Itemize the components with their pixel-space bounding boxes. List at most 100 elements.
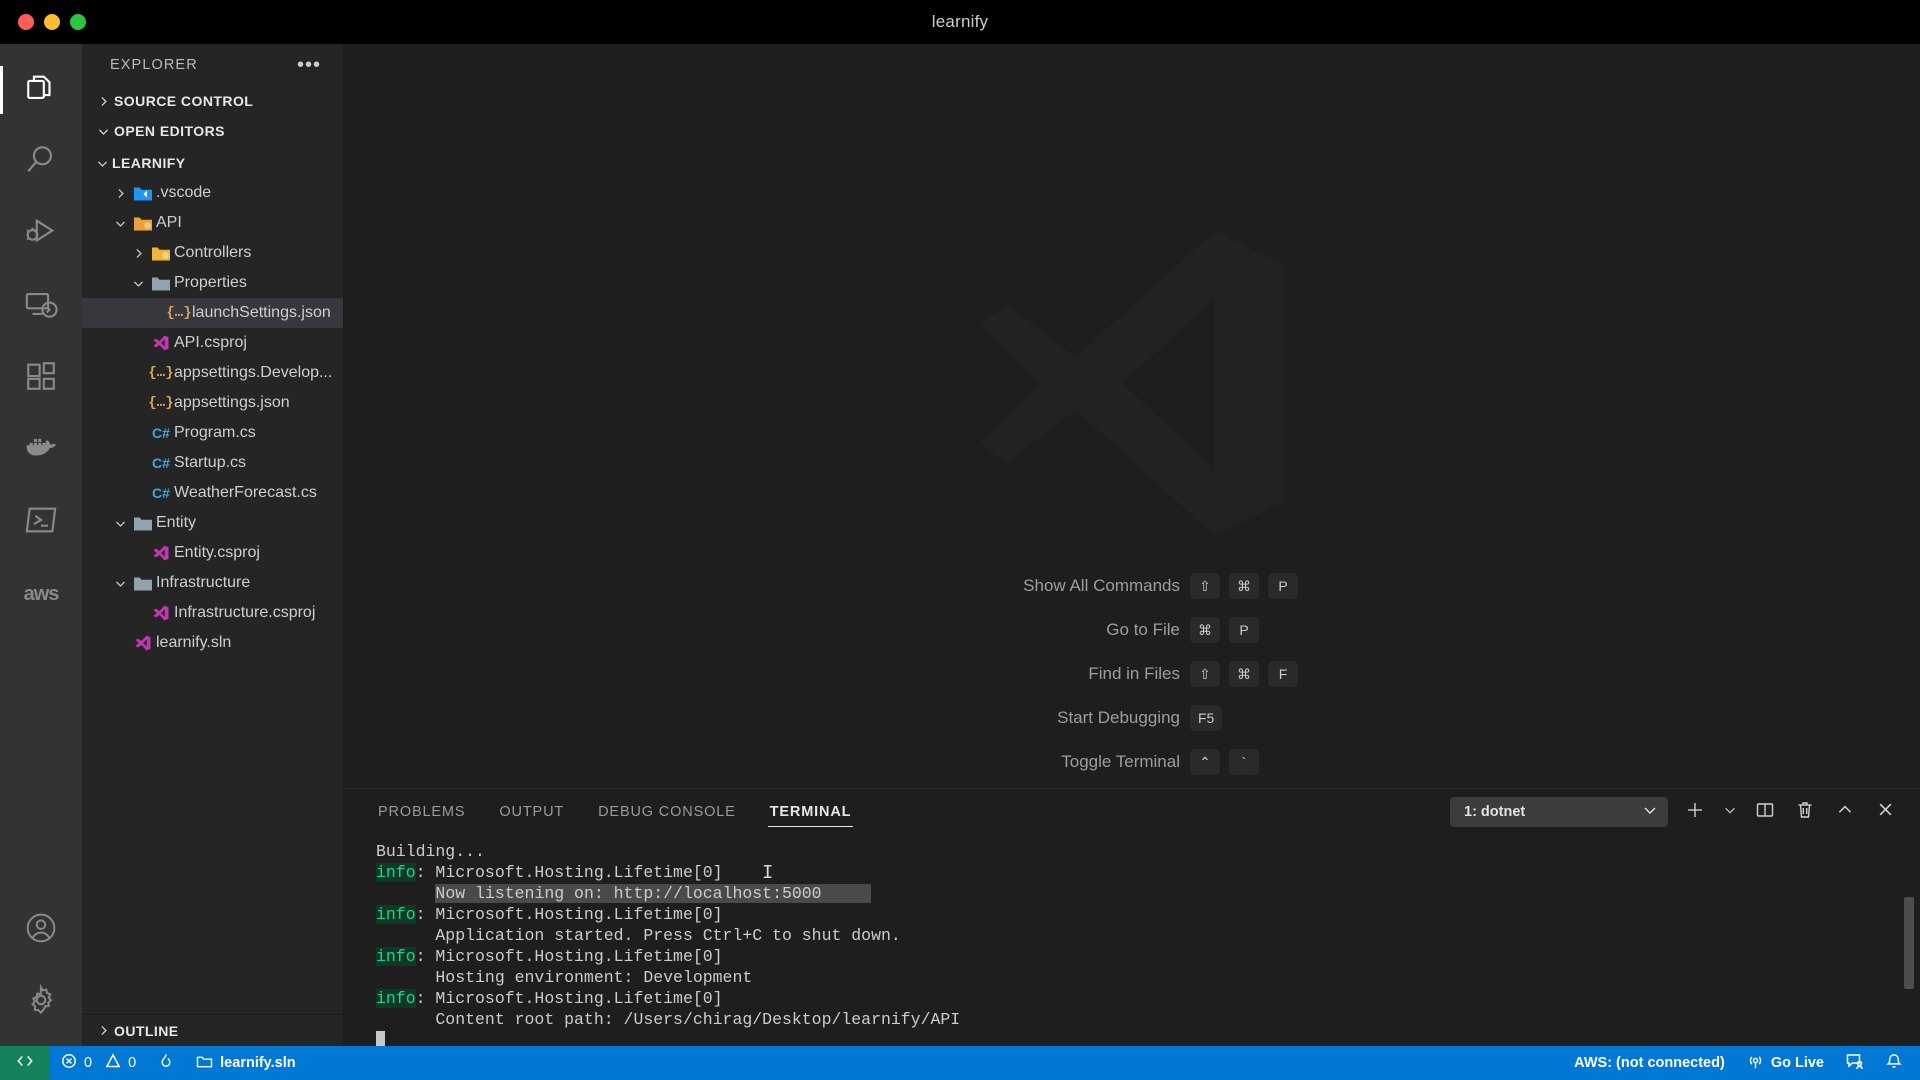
tree-item-label: WeatherForecast.cs [174, 484, 317, 501]
gear-icon [25, 983, 57, 1021]
terminal-text: Hosting environment: Development [376, 968, 753, 987]
status-aws[interactable]: AWS: (not connected) [1563, 1046, 1736, 1080]
tree-item-label: Entity.csproj [174, 544, 260, 561]
keyboard-key: ⌘ [1229, 573, 1259, 599]
status-problems[interactable]: 0 0 [50, 1046, 147, 1080]
tree-folder-row[interactable]: Properties [82, 268, 343, 298]
chevron-down-icon [128, 277, 148, 290]
tree-root-row[interactable]: LEARNIFY [82, 148, 343, 178]
terminal-cursor [376, 1031, 385, 1046]
csproj-icon [130, 634, 156, 652]
activitybar-item-accounts[interactable] [0, 894, 82, 966]
terminal-scrollbar[interactable] [1904, 897, 1914, 989]
sidebar-section-open-editors[interactable]: OPEN EDITORS [82, 116, 343, 146]
panel-tab-debug-console[interactable]: DEBUG CONSOLE [596, 789, 738, 835]
terminal-selector[interactable]: 1: dotnet [1450, 797, 1668, 827]
welcome-shortcut-row[interactable]: Show All Commands ⇧ ⌘ P [942, 572, 1322, 600]
terminal-text: : Microsoft.Hosting.Lifetime[0] [415, 989, 723, 1008]
welcome-shortcut-row[interactable]: Go to File ⌘ P [942, 616, 1322, 644]
editor-area: Show All Commands ⇧ ⌘ P Go to File ⌘ P Find in … [344, 44, 1920, 1046]
remote-explorer-icon [24, 287, 58, 326]
status-go-live[interactable]: Go Live [1736, 1046, 1835, 1080]
welcome-shortcut-keys: F5 [1190, 705, 1322, 731]
tree-file-row[interactable]: learnify.sln [82, 628, 343, 658]
tree-item-label: .vscode [156, 184, 212, 201]
tree-file-row[interactable]: C# Startup.cs [82, 448, 343, 478]
status-feedback[interactable] [1835, 1046, 1875, 1080]
activitybar-item-docker[interactable] [0, 414, 82, 486]
new-terminal-icon [1685, 800, 1705, 825]
activitybar-item-search[interactable] [0, 126, 82, 198]
terminal-line: info: Microsoft.Hosting.Lifetime[0] [376, 862, 1920, 883]
chevron-down-icon [1723, 803, 1737, 822]
activitybar-item-terminal[interactable] [0, 486, 82, 558]
panel-tab-output[interactable]: OUTPUT [497, 789, 566, 835]
tree-file-row[interactable]: {…} launchSettings.json [82, 298, 343, 328]
folder-properties-icon [148, 275, 174, 292]
status-solution[interactable]: learnify.sln [185, 1046, 306, 1080]
tree-folder-row[interactable]: Controllers [82, 238, 343, 268]
feedback-icon [1846, 1053, 1864, 1073]
tree-item-label: Entity [156, 514, 197, 531]
activitybar-item-aws[interactable]: aws [0, 558, 82, 630]
tree-folder-row[interactable]: Entity [82, 508, 343, 538]
folder-controllers-icon [148, 245, 174, 262]
tree-item-label: Infrastructure [156, 574, 251, 591]
folder-icon [130, 515, 156, 532]
close-window-button[interactable] [18, 14, 34, 30]
tree-folder-row[interactable]: Infrastructure [82, 568, 343, 598]
panel-tab-terminal[interactable]: TERMINAL [767, 789, 854, 835]
chevron-right-icon [110, 187, 130, 200]
sidebar-header: EXPLORER ••• [82, 44, 343, 86]
remote-indicator-button[interactable] [0, 1046, 50, 1080]
flame-icon [158, 1053, 174, 1074]
chevron-up-icon [1836, 801, 1854, 824]
tree-file-row[interactable]: Entity.csproj [82, 538, 343, 568]
folder-icon [130, 575, 156, 592]
status-radon-button[interactable] [147, 1046, 185, 1080]
activitybar-item-run-debug[interactable] [0, 198, 82, 270]
minimize-window-button[interactable] [44, 14, 60, 30]
error-count: 0 [84, 1055, 93, 1071]
new-terminal-button[interactable] [1682, 799, 1708, 825]
sidebar-section-source-control[interactable]: SOURCE CONTROL [82, 86, 343, 116]
status-aws-label: AWS: (not connected) [1574, 1055, 1725, 1071]
tree-folder-row[interactable]: .vscode [82, 178, 343, 208]
activitybar-item-remote-explorer[interactable] [0, 270, 82, 342]
tree-file-row[interactable]: C# Program.cs [82, 418, 343, 448]
sidebar-section-label: OPEN EDITORS [114, 123, 225, 139]
tree-file-row[interactable]: Infrastructure.csproj [82, 598, 343, 628]
keyboard-key: ⌘ [1190, 617, 1220, 643]
tree-file-row[interactable]: API.csproj [82, 328, 343, 358]
tree-file-row[interactable]: {…} appsettings.Develop... [82, 358, 343, 388]
sidebar-more-actions-icon[interactable]: ••• [297, 55, 321, 75]
json-icon: {…} [148, 395, 174, 411]
terminal-line: Application started. Press Ctrl+C to shu… [376, 925, 1920, 946]
status-notifications[interactable] [1875, 1046, 1920, 1080]
sidebar-section-outline[interactable]: OUTLINE [82, 1014, 343, 1046]
tree-file-row[interactable]: {…} appsettings.json [82, 388, 343, 418]
welcome-shortcut-row[interactable]: Find in Files ⇧ ⌘ F [942, 660, 1322, 688]
terminal-output[interactable]: Building... info: Microsoft.Hosting.Lifet… [344, 835, 1920, 1046]
kill-terminal-button[interactable] [1792, 799, 1818, 825]
welcome-shortcut-row[interactable]: Toggle Terminal ⌃ ` [942, 748, 1322, 776]
tree-item-label: appsettings.Develop... [174, 364, 333, 381]
close-panel-button[interactable] [1872, 799, 1898, 825]
activitybar-item-explorer[interactable] [0, 54, 82, 126]
maximize-window-button[interactable] [70, 14, 86, 30]
terminal-profiles-button[interactable] [1722, 799, 1738, 825]
panel-tab-problems[interactable]: PROBLEMS [376, 789, 467, 835]
keyboard-key: P [1268, 573, 1298, 599]
terminal-line [376, 1030, 1920, 1046]
tree-file-row[interactable]: C# WeatherForecast.cs [82, 478, 343, 508]
activitybar-item-extensions[interactable] [0, 342, 82, 414]
sidebar-title: EXPLORER [110, 57, 198, 73]
tree-item-label: appsettings.json [174, 394, 290, 411]
welcome-shortcut-label: Start Debugging [1057, 708, 1180, 727]
activitybar-item-settings[interactable] [0, 966, 82, 1038]
maximize-panel-button[interactable] [1832, 799, 1858, 825]
welcome-shortcut-row[interactable]: Start Debugging F5 [942, 704, 1322, 732]
panel-tab-label: TERMINAL [769, 804, 852, 820]
split-terminal-button[interactable] [1752, 799, 1778, 825]
tree-folder-row[interactable]: API [82, 208, 343, 238]
